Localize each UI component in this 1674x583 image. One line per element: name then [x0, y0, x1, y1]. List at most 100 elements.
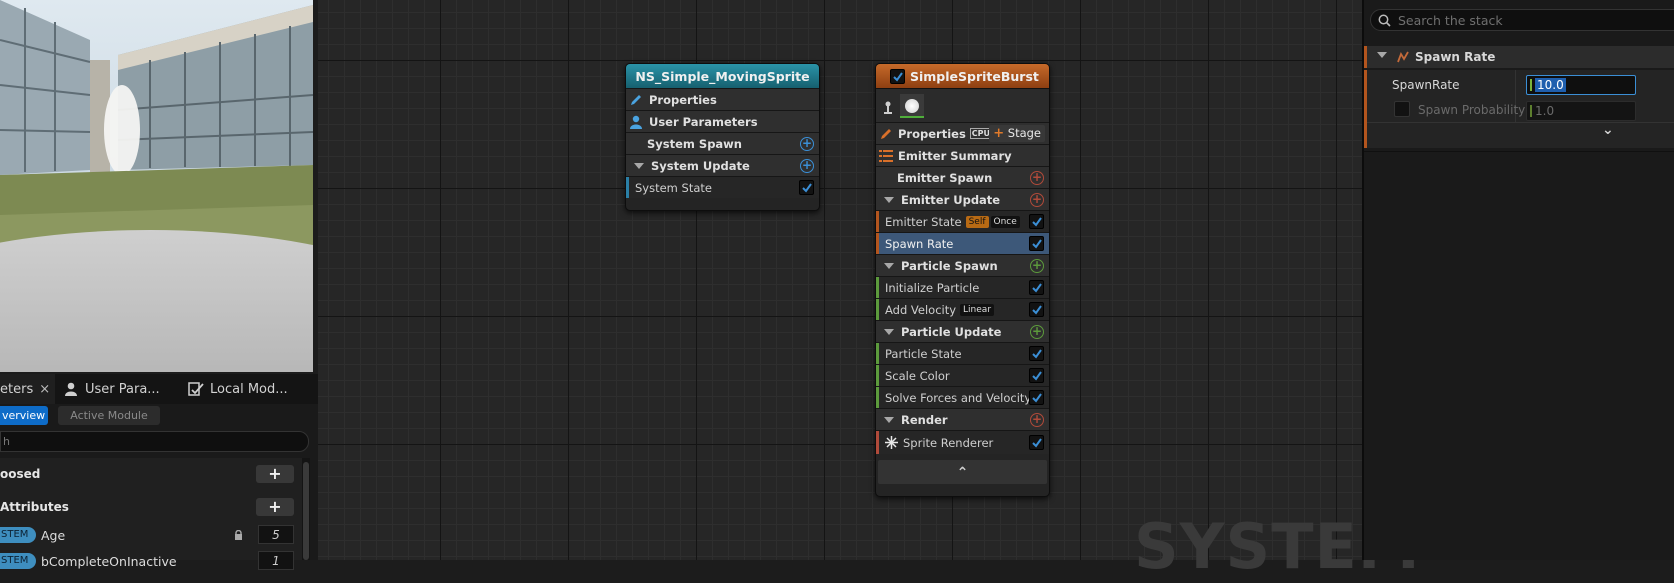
- collapse-arrow-icon[interactable]: [1377, 52, 1387, 58]
- enable-checkbox[interactable]: [1029, 390, 1044, 405]
- emitter-spawn-row[interactable]: Emitter Spawn +: [876, 166, 1049, 188]
- parameter-value-field[interactable]: 1: [258, 551, 294, 570]
- enable-checkbox[interactable]: [1029, 346, 1044, 361]
- particle-state-row[interactable]: Particle State: [876, 342, 1049, 364]
- enable-checkbox[interactable]: [1029, 302, 1044, 317]
- emitter-state-row[interactable]: Emitter State Self Once: [876, 210, 1049, 232]
- system-state-row[interactable]: System State: [626, 176, 819, 198]
- scrollbar-track[interactable]: [302, 458, 310, 560]
- viewport-preview[interactable]: [0, 0, 313, 372]
- system-node[interactable]: NS_Simple_MovingSprite Properties User P…: [625, 63, 820, 211]
- close-tab-icon[interactable]: ×: [39, 382, 50, 397]
- parameter-row[interactable]: STEM bCompleteOnInactive 1: [0, 550, 302, 572]
- system-update-label: System Update: [651, 158, 750, 173]
- emitter-properties-row[interactable]: Properties CPU + Stage: [876, 122, 1049, 144]
- add-attribute-button[interactable]: +: [256, 498, 294, 516]
- add-velocity-row[interactable]: Add Velocity Linear: [876, 298, 1049, 320]
- system-state-label: System State: [635, 180, 712, 195]
- emitter-thumbnail[interactable]: [900, 94, 924, 118]
- parameter-value-field[interactable]: 5: [258, 525, 294, 544]
- tab-user-parameters[interactable]: User Para...: [64, 374, 160, 404]
- add-exposed-button[interactable]: +: [256, 465, 294, 483]
- user-icon: [630, 115, 642, 129]
- system-node-header[interactable]: NS_Simple_MovingSprite: [626, 64, 819, 88]
- expand-advanced-icon[interactable]: ⌄: [1602, 122, 1614, 138]
- emitter-state-label: Emitter State: [885, 214, 962, 229]
- collapse-arrow-icon[interactable]: [634, 162, 644, 169]
- system-spawn-row[interactable]: System Spawn +: [626, 132, 819, 154]
- enable-checkbox[interactable]: [1029, 368, 1044, 383]
- section-exposed[interactable]: oosed +: [0, 463, 302, 485]
- section-attributes[interactable]: Attributes +: [0, 496, 302, 518]
- pencil-icon: [881, 128, 891, 139]
- emitter-node-title: SimpleSpriteBurst: [910, 68, 1039, 84]
- tab-parameters[interactable]: eters ×: [0, 374, 55, 404]
- enable-checkbox[interactable]: [799, 180, 814, 195]
- system-update-row[interactable]: System Update +: [626, 154, 819, 176]
- scale-color-row[interactable]: Scale Color: [876, 364, 1049, 386]
- collapse-arrow-icon[interactable]: [884, 416, 894, 423]
- enable-checkbox[interactable]: [1029, 280, 1044, 295]
- enable-checkbox[interactable]: [1029, 214, 1044, 229]
- add-module-icon[interactable]: +: [1030, 170, 1044, 185]
- stack-search-placeholder: Search the stack: [1398, 13, 1503, 28]
- add-stage-button[interactable]: + Stage: [989, 125, 1045, 142]
- solve-forces-row[interactable]: Solve Forces and Velocity: [876, 386, 1049, 408]
- emitter-summary-row[interactable]: Emitter Summary: [876, 144, 1049, 166]
- collapse-arrow-icon[interactable]: [884, 196, 894, 203]
- parameter-search-input[interactable]: h: [0, 431, 309, 452]
- spawn-probability-checkbox[interactable]: [1394, 101, 1410, 117]
- sprite-renderer-row[interactable]: Sprite Renderer: [876, 430, 1049, 454]
- list-icon: [879, 149, 893, 162]
- emitter-update-row[interactable]: Emitter Update +: [876, 188, 1049, 210]
- overview-filter-button[interactable]: verview: [0, 406, 48, 425]
- module-stripe: [876, 211, 879, 232]
- particle-update-row[interactable]: Particle Update +: [876, 320, 1049, 342]
- tab-local-modules[interactable]: Local Mod...: [188, 374, 288, 404]
- emitter-enable-checkbox[interactable]: [890, 69, 905, 84]
- add-module-icon[interactable]: +: [1030, 192, 1044, 207]
- system-overview-graph[interactable]: [318, 0, 1362, 560]
- parameters-panel: eters × User Para... Local Mod... vervie…: [0, 374, 318, 570]
- spawnrate-input[interactable]: 10.0: [1526, 75, 1636, 95]
- render-row[interactable]: Render +: [876, 408, 1049, 430]
- active-module-filter-button[interactable]: Active Module: [58, 406, 160, 425]
- spawn-probability-input[interactable]: 1.0: [1526, 101, 1636, 121]
- viewport-scene-image: [0, 0, 313, 372]
- system-properties-row[interactable]: Properties: [626, 88, 819, 110]
- add-module-icon[interactable]: +: [1030, 324, 1044, 339]
- add-module-icon[interactable]: +: [800, 136, 814, 151]
- search-icon: [1378, 14, 1391, 27]
- plus-icon: +: [993, 126, 1005, 141]
- enable-checkbox[interactable]: [1029, 435, 1044, 450]
- scrollbar-thumb[interactable]: [303, 462, 309, 560]
- tab-user-parameters-label: User Para...: [85, 381, 160, 397]
- add-module-icon[interactable]: +: [800, 158, 814, 173]
- user-parameters-row[interactable]: User Parameters: [626, 110, 819, 132]
- module-stripe: [876, 233, 879, 254]
- collapse-arrow-icon[interactable]: [884, 328, 894, 335]
- emitter-properties-label: Properties: [898, 126, 966, 141]
- section-title: Spawn Rate: [1415, 50, 1496, 64]
- add-module-icon[interactable]: +: [1030, 258, 1044, 273]
- spawn-rate-section-header[interactable]: Spawn Rate: [1364, 46, 1674, 68]
- system-properties-label: Properties: [649, 92, 717, 107]
- collapse-arrow-icon[interactable]: [884, 262, 894, 269]
- spawn-rate-row[interactable]: Spawn Rate: [876, 232, 1049, 254]
- emitter-node-header[interactable]: SimpleSpriteBurst: [876, 64, 1049, 88]
- module-stripe: [876, 343, 879, 364]
- particle-spawn-row[interactable]: Particle Spawn +: [876, 254, 1049, 276]
- parameter-list: oosed + Attributes + STEM Age 5 STEM bCo…: [0, 458, 302, 570]
- emitter-node[interactable]: SimpleSpriteBurst Properties CPU + Stage…: [875, 63, 1050, 497]
- initialize-particle-row[interactable]: Initialize Particle: [876, 276, 1049, 298]
- parameter-row[interactable]: STEM Age 5: [0, 524, 302, 546]
- spawn-probability-value: 1.0: [1535, 104, 1555, 118]
- stack-search-input[interactable]: Search the stack: [1370, 9, 1674, 31]
- pin-icon[interactable]: [883, 101, 893, 115]
- collapse-node-button[interactable]: ⌃: [878, 460, 1047, 484]
- add-renderer-icon[interactable]: +: [1030, 412, 1044, 427]
- particle-spawn-label: Particle Spawn: [901, 258, 998, 273]
- linear-tag: Linear: [960, 303, 995, 316]
- enable-checkbox[interactable]: [1029, 236, 1044, 251]
- emitter-spawn-label: Emitter Spawn: [897, 170, 993, 185]
